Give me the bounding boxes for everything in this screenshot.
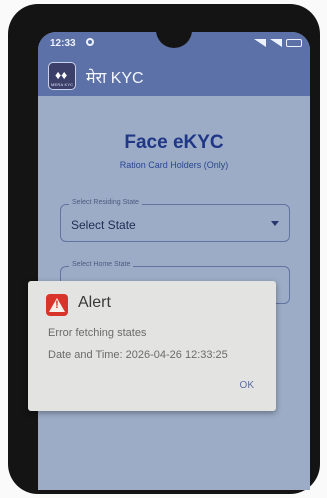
app-logo-text: MERA KYC: [51, 82, 74, 87]
signal-icon-2: [270, 39, 282, 47]
hands-icon: ♦♦: [55, 68, 68, 82]
warning-icon: !: [46, 294, 68, 316]
app-title: मेरा KYC: [86, 70, 144, 87]
alert-dialog: ! Alert Error fetching states Date and T…: [28, 281, 276, 411]
notification-icon: [86, 38, 94, 46]
signal-icon: [254, 39, 266, 47]
ok-button[interactable]: OK: [240, 380, 254, 391]
status-time: 12:33: [50, 38, 76, 49]
screen: 12:33 ♦♦ MERA KYC मेरा KYC Face eKYC Rat…: [38, 32, 310, 490]
status-icons: [254, 39, 302, 47]
exclamation-icon: !: [55, 299, 59, 311]
phone-frame: 12:33 ♦♦ MERA KYC मेरा KYC Face eKYC Rat…: [8, 4, 320, 494]
app-logo: ♦♦ MERA KYC: [48, 62, 76, 90]
alert-datetime: Date and Time: 2026-04-26 12:33:25: [48, 349, 228, 361]
alert-title: Alert: [78, 294, 111, 311]
battery-icon: [286, 39, 302, 47]
alert-message: Error fetching states: [48, 327, 147, 339]
app-bar: ♦♦ MERA KYC मेरा KYC: [38, 56, 310, 96]
